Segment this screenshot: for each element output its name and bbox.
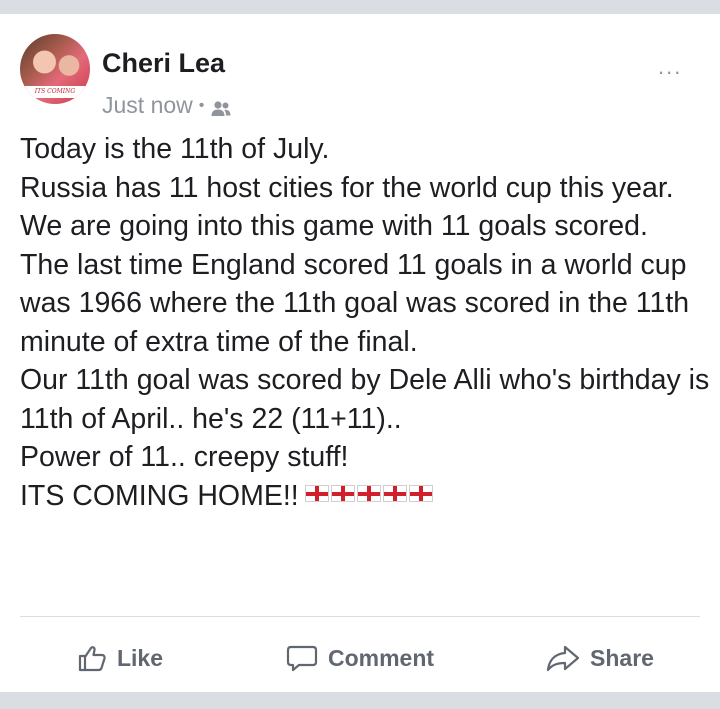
post-meta: Just now • [102, 92, 232, 119]
thumbs-up-icon [78, 646, 106, 672]
flag-row [304, 485, 433, 503]
post-card: ITS COMING Cheri Lea Just now • ... Toda… [0, 14, 720, 692]
post-timestamp[interactable]: Just now [102, 92, 193, 119]
england-flag-icon [382, 485, 407, 503]
post-line: ITS COMING HOME!! [20, 479, 299, 512]
like-label: Like [116, 644, 164, 671]
post-line-final: ITS COMING HOME!! [20, 477, 710, 516]
england-flag-icon [330, 485, 355, 503]
author-name[interactable]: Cheri Lea [102, 48, 225, 79]
post-line: The last time England scored 11 goals in… [20, 248, 690, 358]
comment-button[interactable]: Comment [240, 643, 480, 673]
action-bar: Like Comment Share [0, 634, 720, 682]
england-flag-icon [408, 485, 433, 503]
post-line: We are going into this game with 11 goal… [20, 210, 648, 242]
post-header: ITS COMING Cheri Lea Just now • ... [0, 14, 720, 118]
post-line: Our 11th goal was scored by Dele Alli wh… [20, 364, 710, 435]
divider [20, 616, 700, 617]
avatar-banner: ITS COMING [24, 86, 86, 98]
england-flag-icon [304, 485, 329, 503]
share-button[interactable]: Share [480, 643, 720, 673]
meta-separator: • [198, 96, 205, 114]
england-flag-icon [356, 485, 381, 503]
friends-icon[interactable] [210, 97, 232, 116]
post-body: Today is the 11th of July. Russia has 11… [20, 130, 710, 515]
post-line: Today is the 11th of July. [20, 133, 330, 165]
post-line: Power of 11.. creepy stuff! [20, 441, 349, 473]
share-label: Share [590, 644, 654, 671]
like-button[interactable]: Like [0, 643, 240, 673]
more-options-button[interactable]: ... [658, 54, 682, 80]
post-line: Russia has 11 host cities for the world … [20, 171, 674, 204]
comment-label: Comment [327, 644, 435, 671]
comment-icon [286, 645, 318, 672]
share-icon [546, 645, 580, 672]
avatar[interactable]: ITS COMING [20, 34, 90, 104]
